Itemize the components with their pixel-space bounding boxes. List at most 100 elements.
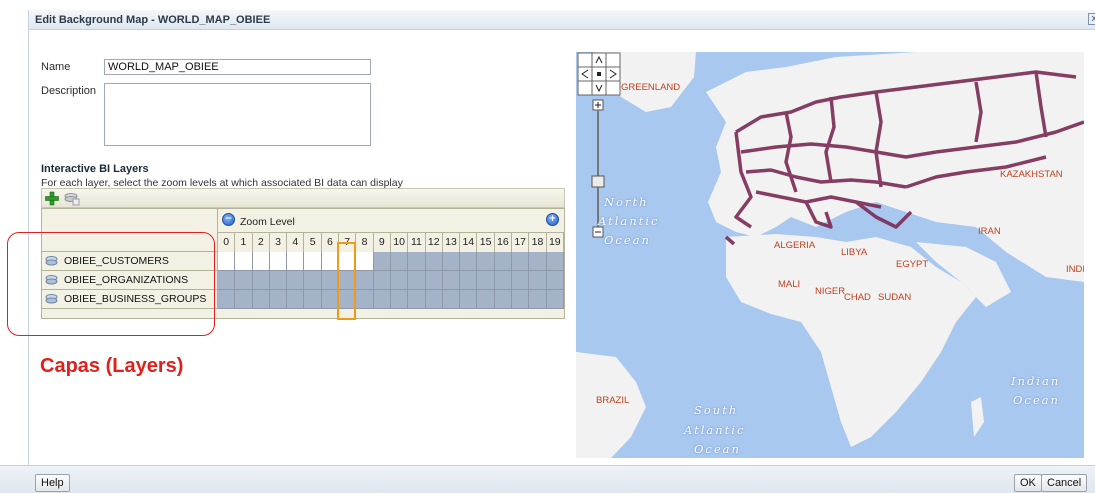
zoom-cell[interactable]: [460, 252, 478, 271]
zoom-cell[interactable]: [390, 290, 409, 309]
zoom-level-14[interactable]: 14: [460, 233, 478, 253]
ocean-label-south-atlantic-2: Atlantic: [684, 423, 746, 437]
zoom-cell[interactable]: [546, 271, 564, 290]
zoom-cell[interactable]: [477, 290, 495, 309]
zoom-cell[interactable]: [546, 252, 564, 271]
description-field[interactable]: [104, 83, 371, 146]
map-label-sudan: SUDAN: [878, 292, 912, 303]
zoom-cell[interactable]: [218, 290, 236, 309]
zoom-cell[interactable]: [494, 290, 513, 309]
zoom-cell[interactable]: [546, 290, 564, 309]
zoom-cell[interactable]: [529, 271, 547, 290]
zoom-cell[interactable]: [425, 252, 443, 271]
zoom-cell[interactable]: [269, 252, 288, 271]
zoom-cell[interactable]: [321, 290, 340, 309]
zoom-cell[interactable]: [218, 252, 236, 271]
zoom-cell[interactable]: [442, 271, 461, 290]
zoom-cell[interactable]: [339, 271, 357, 290]
zoom-cell[interactable]: [512, 252, 530, 271]
layers-import-icon[interactable]: [64, 191, 80, 206]
zoom-level-10[interactable]: 10: [390, 233, 409, 253]
zoom-level-18[interactable]: 18: [529, 233, 547, 253]
zoom-cell[interactable]: [408, 290, 426, 309]
zoom-cell[interactable]: [252, 252, 270, 271]
zoom-cell[interactable]: [425, 271, 443, 290]
zoom-level-16[interactable]: 16: [494, 233, 513, 253]
zoom-cell[interactable]: [269, 290, 288, 309]
zoom-cell[interactable]: [235, 290, 253, 309]
zoom-cell[interactable]: [390, 252, 409, 271]
zoom-level-5[interactable]: 5: [304, 233, 322, 253]
zoom-level-11[interactable]: 11: [408, 233, 426, 253]
zoom-cell[interactable]: [494, 271, 513, 290]
zoom-cell[interactable]: [529, 252, 547, 271]
zoom-cell[interactable]: [460, 290, 478, 309]
zoom-cell[interactable]: [235, 271, 253, 290]
layers-annotation-outline: [7, 232, 215, 336]
zoom-level-0[interactable]: 0: [218, 233, 236, 253]
zoom-level-17[interactable]: 17: [512, 233, 530, 253]
zoom-cell[interactable]: [287, 290, 305, 309]
zoom-level-3[interactable]: 3: [269, 233, 288, 253]
zoom-cell[interactable]: [425, 290, 443, 309]
ok-button[interactable]: OK: [1014, 474, 1042, 492]
zoom-cell[interactable]: [512, 271, 530, 290]
zoom-cell[interactable]: [339, 290, 357, 309]
map-label-chad: CHAD: [844, 292, 871, 303]
zoom-cell[interactable]: [442, 290, 461, 309]
close-icon[interactable]: x: [1088, 13, 1095, 25]
zoom-out-icon[interactable]: −: [222, 213, 235, 226]
zoom-cell[interactable]: [252, 290, 270, 309]
map-geography: [576, 52, 1084, 458]
zoom-cell[interactable]: [390, 271, 409, 290]
zoom-level-12[interactable]: 12: [425, 233, 443, 253]
zoom-cell[interactable]: [373, 290, 391, 309]
zoom-cell[interactable]: [512, 290, 530, 309]
zoom-cell[interactable]: [287, 252, 305, 271]
zoom-cell[interactable]: [442, 252, 461, 271]
zoom-level-4[interactable]: 4: [287, 233, 305, 253]
zoom-level-13[interactable]: 13: [442, 233, 461, 253]
zoom-level-8[interactable]: 8: [356, 233, 374, 253]
zoom-cell[interactable]: [218, 271, 236, 290]
zoom-in-icon[interactable]: +: [546, 213, 559, 226]
background-map[interactable]: GREENLAND KAZAKHSTAN IRAN ALGERIA LIBYA …: [576, 52, 1084, 458]
zoom-level-19[interactable]: 19: [546, 233, 564, 253]
name-field[interactable]: WORLD_MAP_OBIEE: [104, 59, 371, 75]
zoom-cell[interactable]: [321, 252, 340, 271]
cancel-button[interactable]: Cancel: [1041, 474, 1088, 492]
zoom-cell[interactable]: [460, 271, 478, 290]
ocean-label-south-atlantic-3: Ocean: [694, 442, 741, 456]
zoom-level-6[interactable]: 6: [321, 233, 340, 253]
zoom-cell[interactable]: [408, 252, 426, 271]
map-label-kazakhstan: KAZAKHSTAN: [1000, 169, 1063, 180]
zoom-level-7[interactable]: 7: [339, 233, 357, 253]
zoom-cell[interactable]: [304, 290, 322, 309]
zoom-level-1[interactable]: 1: [235, 233, 253, 253]
zoom-cell[interactable]: [373, 252, 391, 271]
map-label-egypt: EGYPT: [896, 259, 929, 270]
zoom-cell[interactable]: [304, 271, 322, 290]
zoom-cell[interactable]: [269, 271, 288, 290]
zoom-cell[interactable]: [408, 271, 426, 290]
zoom-cell[interactable]: [252, 271, 270, 290]
zoom-level-9[interactable]: 9: [373, 233, 391, 253]
zoom-cell[interactable]: [356, 290, 374, 309]
add-plus-icon[interactable]: [44, 191, 60, 206]
zoom-cell[interactable]: [339, 252, 357, 271]
zoom-cell[interactable]: [477, 252, 495, 271]
zoom-cell[interactable]: [477, 271, 495, 290]
zoom-cell[interactable]: [287, 271, 305, 290]
zoom-cell[interactable]: [321, 271, 340, 290]
zoom-cell[interactable]: [235, 252, 253, 271]
help-button[interactable]: Help: [35, 474, 70, 492]
zoom-cell[interactable]: [356, 271, 374, 290]
zoom-level-2[interactable]: 2: [252, 233, 270, 253]
zoom-level-numbers: 0 1 2 3 4 5 6 7 8 9 10 11 12 13 14 15 16 17 18 19: [218, 232, 564, 253]
zoom-cell[interactable]: [304, 252, 322, 271]
zoom-level-15[interactable]: 15: [477, 233, 495, 253]
zoom-cell[interactable]: [373, 271, 391, 290]
zoom-cell[interactable]: [494, 252, 513, 271]
zoom-cell[interactable]: [529, 290, 547, 309]
zoom-cell[interactable]: [356, 252, 374, 271]
